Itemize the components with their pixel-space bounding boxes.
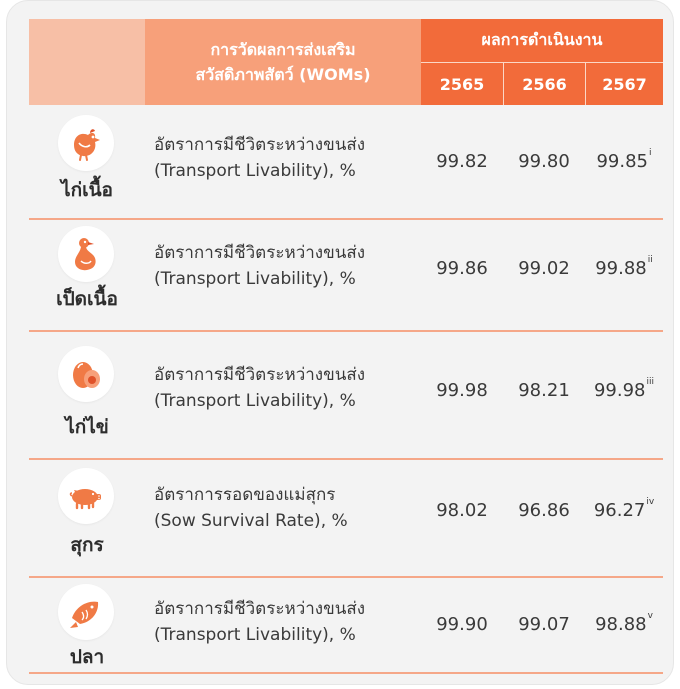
header-icon-cell	[29, 19, 145, 105]
animal-name: ไก่ไข่	[65, 416, 109, 438]
table-row: สุกร อัตราการรอดของแม่สุกร (Sow Survival…	[29, 460, 663, 578]
metric-label: อัตราการมีชีวิตระหว่างขนส่ง (Transport L…	[154, 135, 366, 181]
footnote-marker: i	[649, 148, 652, 158]
value-2566: 99.02	[518, 258, 570, 279]
table-header: การวัดผลการส่งเสริม สวัสดิภาพสัตว์ (WOMs…	[29, 19, 663, 105]
value-2567: 99.98iii	[593, 377, 655, 401]
wom-card: การวัดผลการส่งเสริม สวัสดิภาพสัตว์ (WOMs…	[6, 0, 674, 685]
footnote-marker: ii	[647, 255, 653, 265]
table-row: ไก่เนื้อ อัตราการมีชีวิตระหว่างขนส่ง (Tr…	[29, 105, 663, 220]
animal-name: ไก่เนื้อ	[61, 179, 113, 201]
value-2566: 99.07	[518, 614, 570, 635]
value-2566: 98.21	[518, 380, 570, 401]
value-2565: 98.02	[436, 500, 488, 521]
header-metric-cell: การวัดผลการส่งเสริม สวัสดิภาพสัตว์ (WOMs…	[145, 19, 421, 105]
footnote-marker: iii	[646, 377, 655, 387]
value-2567: 98.88v	[595, 611, 653, 635]
metric-label: อัตราการมีชีวิตระหว่างขนส่ง (Transport L…	[154, 365, 366, 411]
value-2566: 99.80	[518, 151, 570, 172]
animal-name: สุกร	[70, 534, 104, 556]
wom-table: การวัดผลการส่งเสริม สวัสดิภาพสัตว์ (WOMs…	[29, 19, 663, 674]
footnote-marker: iv	[646, 497, 655, 507]
value-2565: 99.82	[436, 151, 488, 172]
header-year-2565: 2565	[421, 62, 503, 105]
metric-label: อัตราการรอดของแม่สุกร (Sow Survival Rate…	[154, 485, 348, 531]
metric-label: อัตราการมีชีวิตระหว่างขนส่ง (Transport L…	[154, 243, 366, 289]
animal-name: เป็ดเนื้อ	[56, 288, 118, 310]
table-row: เป็ดเนื้อ อัตราการมีชีวิตระหว่างขนส่ง (T…	[29, 220, 663, 332]
header-year-2566: 2566	[503, 62, 585, 105]
chicken-icon	[58, 115, 114, 171]
pig-icon	[58, 468, 114, 524]
table-row: ปลา อัตราการมีชีวิตระหว่างขนส่ง (Transpo…	[29, 578, 663, 674]
header-metric-line1: การวัดผลการส่งเสริม	[210, 40, 356, 59]
metric-label: อัตราการมีชีวิตระหว่างขนส่ง (Transport L…	[154, 599, 366, 645]
egg-icon	[58, 346, 114, 402]
animal-name: ปลา	[69, 646, 105, 668]
footnote-marker: v	[647, 611, 653, 621]
value-2566: 96.86	[518, 500, 570, 521]
header-performance: ผลการดำเนินงาน	[421, 19, 663, 62]
value-2565: 99.98	[436, 380, 488, 401]
header-year-2567: 2567	[585, 62, 663, 105]
value-2567: 99.88ii	[595, 255, 653, 279]
fish-icon	[58, 584, 114, 640]
duck-icon	[58, 226, 114, 282]
value-2567: 96.27iv	[593, 497, 655, 521]
value-2565: 99.86	[436, 258, 488, 279]
value-2565: 99.90	[436, 614, 488, 635]
table-row: ไก่ไข่ อัตราการมีชีวิตระหว่างขนส่ง (Tran…	[29, 332, 663, 460]
header-metric-line2: สวัสดิภาพสัตว์ (WOMs)	[195, 65, 371, 84]
value-2567: 99.85i	[596, 148, 652, 172]
